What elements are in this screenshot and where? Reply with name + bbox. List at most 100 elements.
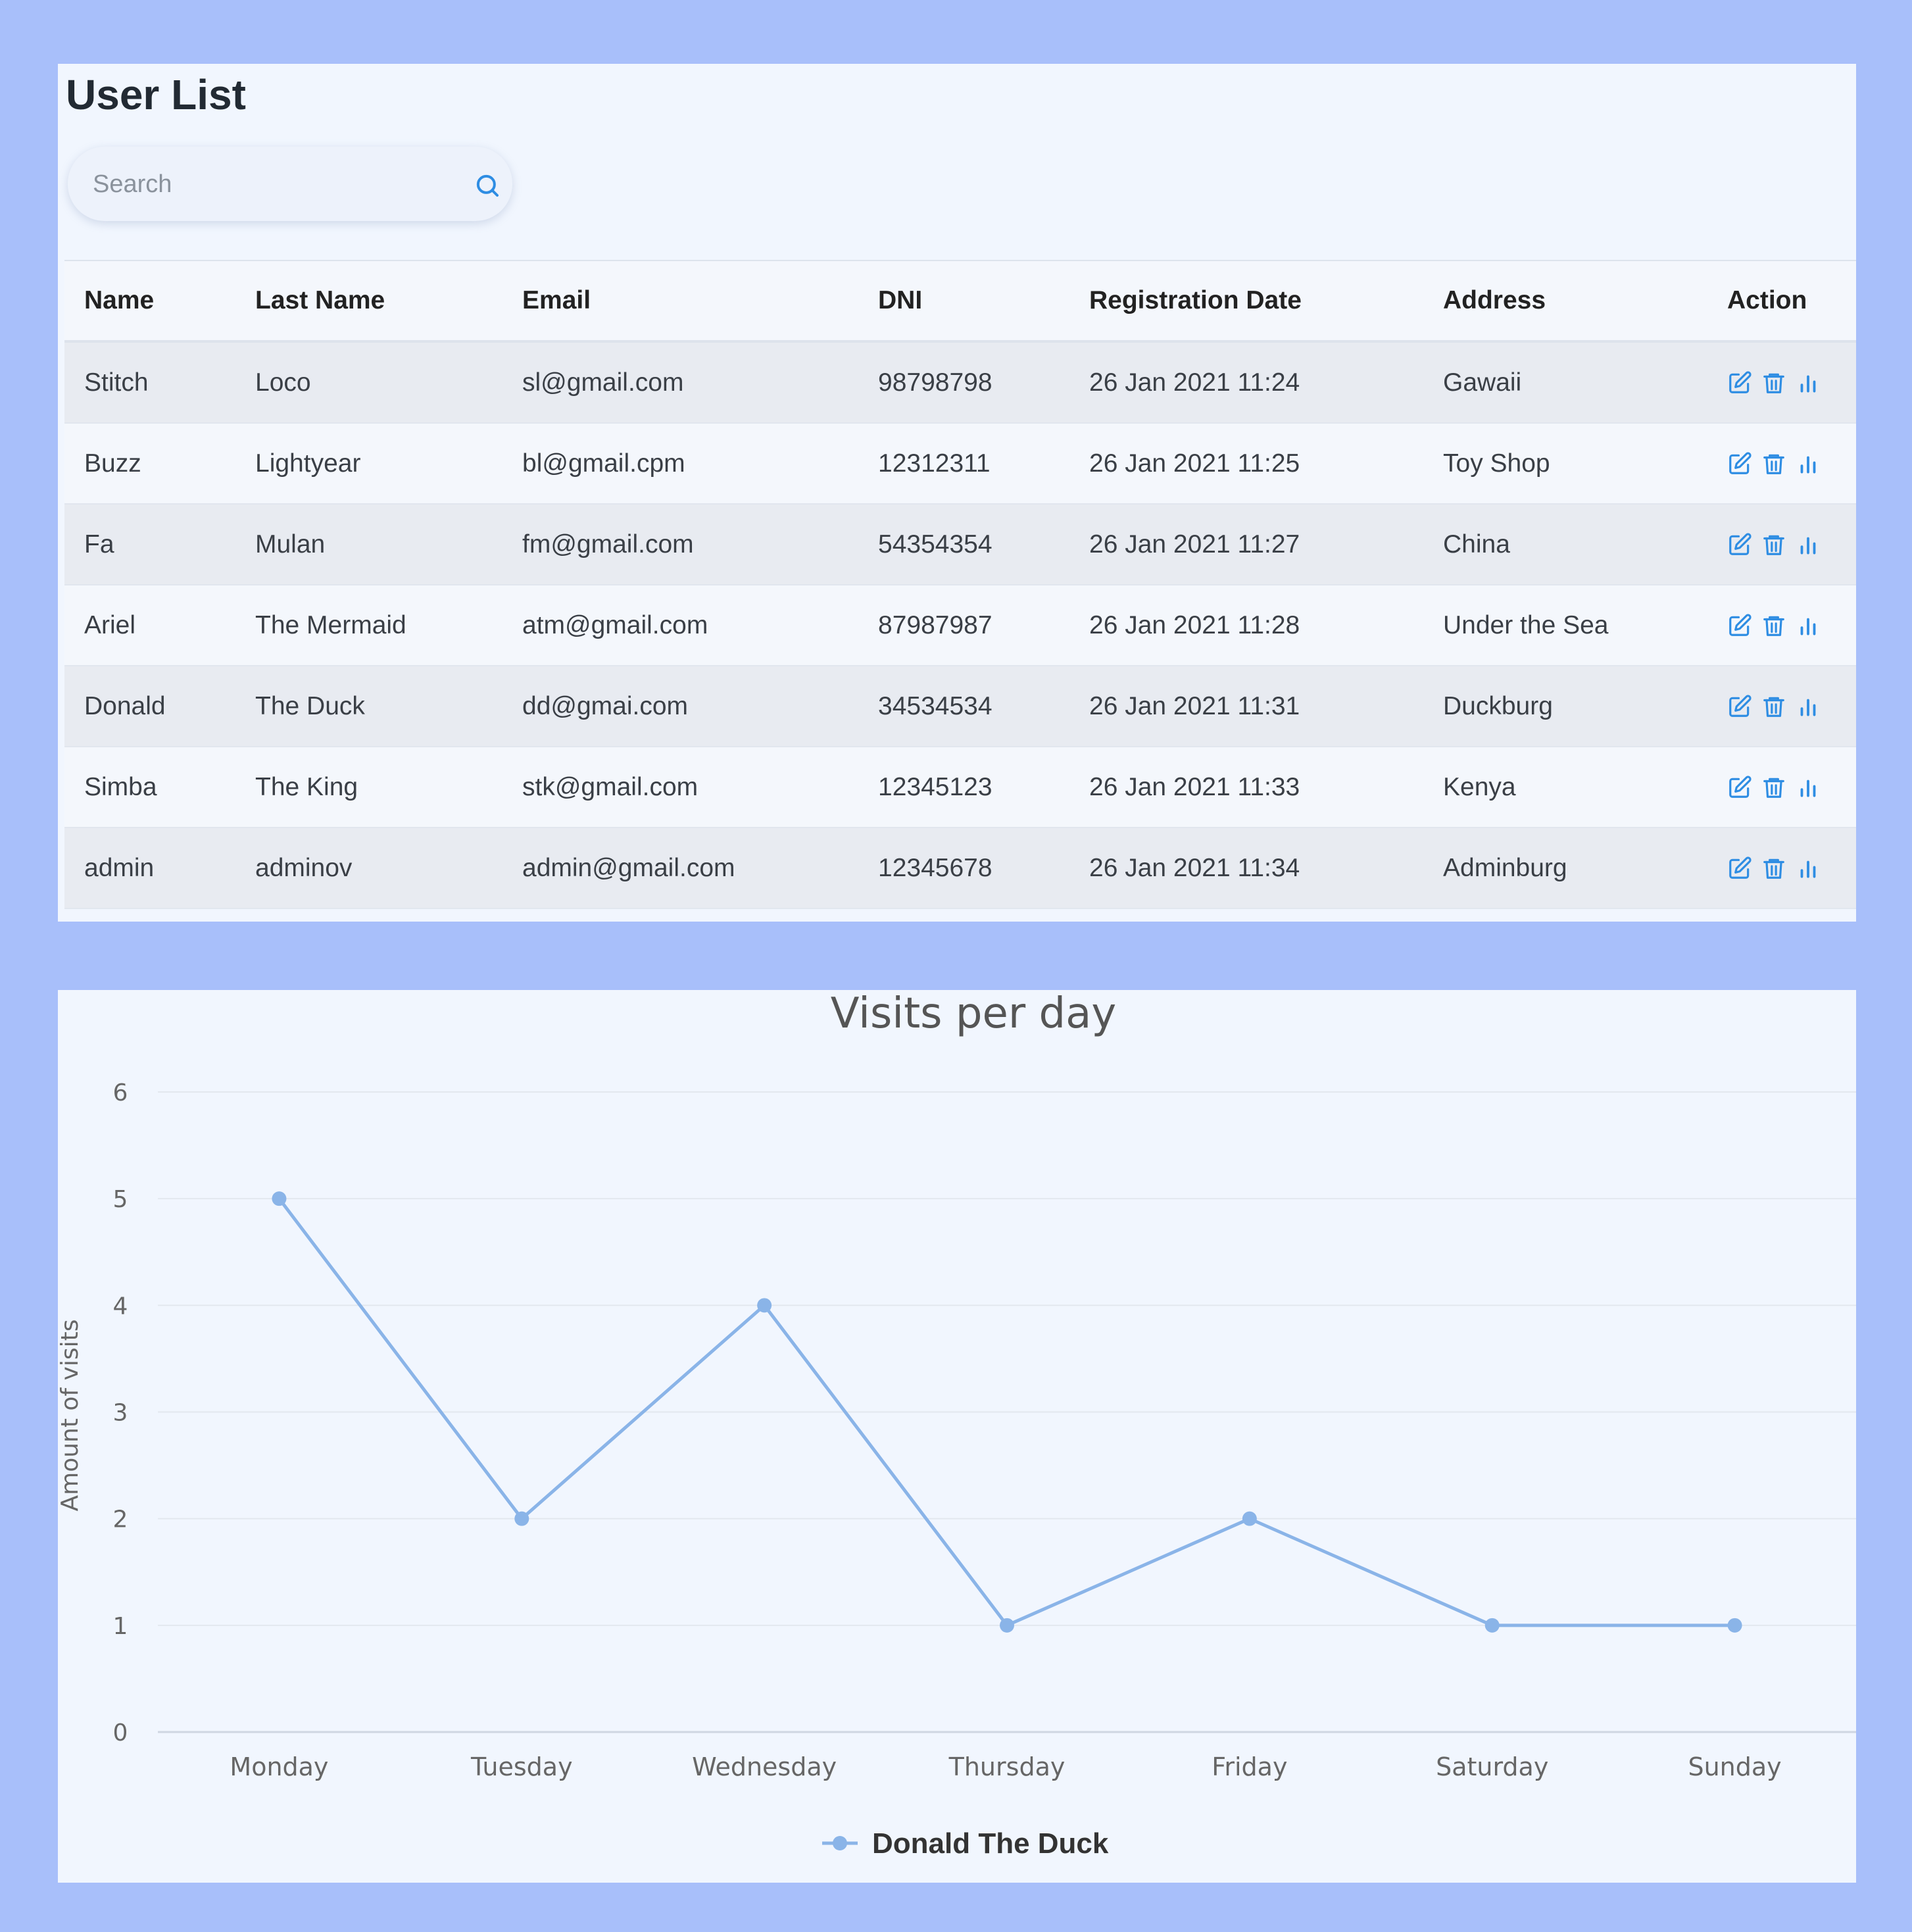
row-actions bbox=[1727, 774, 1856, 801]
column-header: Last Name bbox=[235, 260, 503, 343]
trash-icon[interactable] bbox=[1761, 612, 1786, 639]
row-actions bbox=[1727, 612, 1856, 639]
table-cell: Ariel bbox=[64, 585, 235, 666]
trash-icon[interactable] bbox=[1761, 451, 1786, 477]
edit-icon[interactable] bbox=[1727, 693, 1752, 720]
visits-line-chart: Visits per day 0 1 2 3 4 5 6 Amount of visits Mon… bbox=[58, 990, 1856, 1860]
action-cell bbox=[1707, 666, 1856, 747]
edit-icon[interactable] bbox=[1727, 855, 1752, 881]
table-cell: bl@gmail.cpm bbox=[503, 423, 858, 505]
y-tick-label: 6 bbox=[113, 1079, 128, 1106]
column-header: DNI bbox=[858, 260, 1069, 343]
bar-chart-icon[interactable] bbox=[1796, 693, 1821, 720]
user-list-panel: User List NameLast NameEmailDNIRegistrat… bbox=[58, 64, 1856, 922]
y-tick-label: 3 bbox=[113, 1400, 128, 1427]
edit-icon[interactable] bbox=[1727, 532, 1752, 558]
table-cell: atm@gmail.com bbox=[503, 585, 858, 666]
table-cell: The Duck bbox=[235, 666, 503, 747]
column-header: Action bbox=[1707, 260, 1856, 343]
x-tick-label: Thursday bbox=[948, 1752, 1066, 1781]
row-actions bbox=[1727, 532, 1856, 558]
trash-icon[interactable] bbox=[1761, 855, 1786, 881]
table-cell: Donald bbox=[64, 666, 235, 747]
data-point bbox=[1242, 1511, 1257, 1526]
table-row: Ariel The Mermaid atm@gmail.com 87987987 26 … bbox=[64, 585, 1856, 666]
table-cell: Toy Shop bbox=[1423, 423, 1707, 505]
data-point bbox=[1727, 1618, 1742, 1633]
table-cell: adminov bbox=[235, 828, 503, 909]
data-point bbox=[514, 1511, 529, 1526]
bar-chart-icon[interactable] bbox=[1796, 774, 1821, 801]
action-cell bbox=[1707, 341, 1856, 424]
legend-label: Donald The Duck bbox=[872, 1827, 1109, 1860]
table-cell: Adminburg bbox=[1423, 828, 1707, 909]
column-header: Address bbox=[1423, 260, 1707, 343]
bar-chart-icon[interactable] bbox=[1796, 370, 1821, 396]
edit-icon[interactable] bbox=[1727, 774, 1752, 801]
bar-chart-icon[interactable] bbox=[1796, 451, 1821, 477]
table-cell: Stitch bbox=[64, 341, 235, 424]
x-tick-label: Tuesday bbox=[470, 1752, 573, 1781]
bar-chart-icon[interactable] bbox=[1796, 612, 1821, 639]
x-tick-label: Saturday bbox=[1436, 1752, 1548, 1781]
table-cell: 26 Jan 2021 11:31 bbox=[1069, 666, 1423, 747]
table-cell: 26 Jan 2021 11:25 bbox=[1069, 423, 1423, 505]
legend-marker bbox=[833, 1836, 847, 1850]
table-row: Buzz Lightyear bl@gmail.cpm 12312311 26 Jan … bbox=[64, 423, 1856, 505]
table-cell: 26 Jan 2021 11:24 bbox=[1069, 341, 1423, 424]
table-cell: Lightyear bbox=[235, 423, 503, 505]
table-cell: sl@gmail.com bbox=[503, 341, 858, 424]
table-cell: 34534534 bbox=[858, 666, 1069, 747]
y-tick-label: 2 bbox=[113, 1506, 128, 1533]
action-cell bbox=[1707, 828, 1856, 909]
column-header: Name bbox=[64, 260, 235, 343]
action-cell bbox=[1707, 747, 1856, 828]
bar-chart-icon[interactable] bbox=[1796, 855, 1821, 881]
search-input[interactable] bbox=[91, 147, 449, 222]
data-point bbox=[272, 1191, 287, 1206]
table-row: Donald The Duck dd@gmai.com 34534534 26 Jan … bbox=[64, 666, 1856, 747]
edit-icon[interactable] bbox=[1727, 451, 1752, 477]
table-cell: The Mermaid bbox=[235, 585, 503, 666]
edit-icon[interactable] bbox=[1727, 370, 1752, 396]
table-cell: 26 Jan 2021 11:34 bbox=[1069, 828, 1423, 909]
action-cell bbox=[1707, 504, 1856, 585]
table-row: Simba The King stk@gmail.com 12345123 26 Jan… bbox=[64, 747, 1856, 828]
table-cell: Mulan bbox=[235, 504, 503, 585]
edit-icon[interactable] bbox=[1727, 612, 1752, 639]
chart-title: Visits per day bbox=[831, 990, 1116, 1038]
search-box bbox=[68, 147, 512, 222]
table-cell: 12345123 bbox=[858, 747, 1069, 828]
table-cell: 87987987 bbox=[858, 585, 1069, 666]
x-tick-label: Wednesday bbox=[692, 1752, 837, 1781]
trash-icon[interactable] bbox=[1761, 532, 1786, 558]
table-cell: 12312311 bbox=[858, 423, 1069, 505]
column-header: Email bbox=[503, 260, 858, 343]
data-point bbox=[1000, 1618, 1014, 1633]
search-icon[interactable] bbox=[474, 172, 501, 199]
table-cell: 26 Jan 2021 11:27 bbox=[1069, 504, 1423, 585]
trash-icon[interactable] bbox=[1761, 693, 1786, 720]
table-cell: Under the Sea bbox=[1423, 585, 1707, 666]
table-cell: Gawaii bbox=[1423, 341, 1707, 424]
table-row: Stitch Loco sl@gmail.com 98798798 26 Jan 202… bbox=[64, 341, 1856, 424]
table-cell: stk@gmail.com bbox=[503, 747, 858, 828]
table-cell: fm@gmail.com bbox=[503, 504, 858, 585]
trash-icon[interactable] bbox=[1761, 370, 1786, 396]
y-tick-label: 1 bbox=[113, 1613, 128, 1640]
row-actions bbox=[1727, 693, 1856, 720]
action-cell bbox=[1707, 585, 1856, 666]
table-cell: Simba bbox=[64, 747, 235, 828]
table-cell: admin@gmail.com bbox=[503, 828, 858, 909]
visits-chart-panel: Visits per day 0 1 2 3 4 5 6 Amount of visits Mon… bbox=[58, 990, 1856, 1883]
trash-icon[interactable] bbox=[1761, 774, 1786, 801]
table-header-row: Name Last Name Email DNI Registration Date Ad… bbox=[64, 260, 1856, 343]
page-title: User List bbox=[66, 71, 246, 118]
table-cell: 54354354 bbox=[858, 504, 1069, 585]
table-row: Fa Mulan fm@gmail.com 54354354 26 Jan 2021 1… bbox=[64, 504, 1856, 585]
y-tick-label: 0 bbox=[113, 1720, 128, 1746]
bar-chart-icon[interactable] bbox=[1796, 532, 1821, 558]
data-point bbox=[757, 1298, 772, 1313]
table-cell: Buzz bbox=[64, 423, 235, 505]
action-cell bbox=[1707, 423, 1856, 505]
